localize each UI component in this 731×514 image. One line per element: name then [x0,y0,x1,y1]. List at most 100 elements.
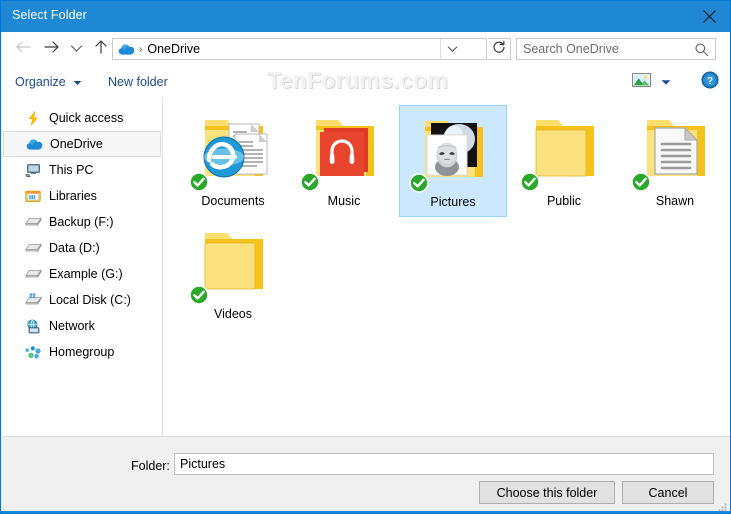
sidebar-item-label: Homegroup [49,345,115,359]
recent-locations-button[interactable] [66,32,86,66]
folder-empty-icon [187,223,279,305]
folder-name-input[interactable] [174,453,714,475]
quick-access-star-icon [24,110,42,126]
view-mode-button[interactable] [631,72,651,93]
list-item-label: Music [327,194,361,208]
search-input[interactable]: Search OneDrive [516,38,716,60]
arrow-left-icon [15,40,32,59]
homegroup-icon [24,344,42,360]
organize-button[interactable]: Organize [15,71,82,92]
onedrive-cloud-icon [118,43,135,56]
address-dropdown-button[interactable] [440,39,463,59]
chevron-down-icon [661,73,671,91]
sidebar-item-label: Libraries [49,189,97,203]
windows-drive-icon [24,292,42,308]
dialog-footer: Folder: Choose this folder Cancel [2,436,730,513]
network-icon [24,318,42,334]
breadcrumb-path: OneDrive [147,42,201,56]
picture-view-icon [631,72,651,93]
sidebar-item-libraries[interactable]: Libraries [2,183,162,209]
svg-text:?: ? [707,76,713,87]
list-item-label: Public [546,194,582,208]
close-button[interactable] [687,1,730,32]
sidebar-item-backup-f[interactable]: Backup (F:) [2,209,162,235]
help-button[interactable]: ? [700,71,720,94]
list-item[interactable]: Videos [179,218,287,330]
up-button[interactable] [88,32,114,66]
sidebar-item-local-disk-c[interactable]: Local Disk (C:) [2,287,162,313]
onedrive-cloud-icon [25,136,43,152]
address-bar[interactable]: › OneDrive [112,38,487,60]
list-item-label: Videos [214,307,252,321]
navigation-pane: Quick access OneDrive This PC Libraries … [2,97,163,436]
organize-label: Organize [15,74,66,89]
folder-music-icon [298,110,390,192]
sidebar-item-this-pc[interactable]: This PC [2,157,162,183]
sidebar-item-onedrive[interactable]: OneDrive [3,131,161,157]
file-list-pane: Documents Music Pictures Public Shawn Vi… [163,97,730,436]
sync-check-icon [300,172,320,192]
sidebar-item-label: This PC [49,163,94,177]
navigation-bar: › OneDrive Search OneDrive [2,32,730,66]
help-icon: ? [701,71,719,94]
list-item-label: Documents [201,194,265,208]
list-item-label: Pictures [430,195,476,209]
list-item[interactable]: Music [290,105,398,217]
sync-check-icon [189,285,209,305]
close-icon [702,9,717,24]
sync-check-icon [631,172,651,192]
sync-check-icon [409,173,429,193]
list-item[interactable]: Public [510,105,618,217]
folder-documents-icon [187,110,279,192]
new-folder-label: New folder [108,74,168,89]
search-icon [694,42,709,62]
back-button[interactable] [10,32,36,66]
search-placeholder: Search OneDrive [523,42,619,56]
sidebar-item-label: Quick access [49,111,124,125]
refresh-icon [492,40,506,59]
folder-document-icon [629,110,721,192]
sidebar-item-label: Data (D:) [49,241,100,255]
this-pc-icon [24,162,42,178]
sidebar-item-label: Backup (F:) [49,215,114,229]
cancel-button-label: Cancel [648,485,688,500]
folder-field-label: Folder: [131,459,170,473]
drive-icon [24,240,42,256]
view-mode-dropdown[interactable] [657,73,675,91]
list-item[interactable]: Shawn [621,105,729,217]
list-item[interactable]: Pictures [399,105,507,217]
chevron-down-icon [447,40,458,58]
sidebar-item-example-g[interactable]: Example (G:) [2,261,162,287]
choose-this-folder-button[interactable]: Choose this folder [479,481,615,504]
sync-check-icon [520,172,540,192]
drive-icon [24,266,42,282]
sidebar-item-data-d[interactable]: Data (D:) [2,235,162,261]
breadcrumb-separator: › [139,43,143,55]
sidebar-item-homegroup[interactable]: Homegroup [2,339,162,365]
sidebar-item-quick-access[interactable]: Quick access [2,105,162,131]
bottom-accent-line [1,511,730,513]
folder-empty-icon [518,110,610,192]
choose-button-label: Choose this folder [496,485,598,500]
window-title: Select Folder [12,8,87,22]
drive-icon [24,214,42,230]
new-folder-button[interactable]: New folder [108,71,168,92]
forward-button[interactable] [38,32,64,66]
select-folder-dialog: Select Folder › OneDrive Search OneDrive… [0,0,731,514]
cancel-button[interactable]: Cancel [622,481,714,504]
chevron-down-icon [70,40,83,58]
sidebar-item-network[interactable]: Network [2,313,162,339]
sidebar-item-label: Network [49,319,95,333]
sync-check-icon [189,172,209,192]
title-bar: Select Folder [1,1,730,32]
sidebar-item-label: Local Disk (C:) [49,293,131,307]
libraries-icon [24,188,42,204]
refresh-button[interactable] [488,38,511,60]
list-item-label: Shawn [655,194,695,208]
chevron-down-icon [73,75,82,89]
list-item[interactable]: Documents [179,105,287,217]
folder-pictures-icon [407,111,499,193]
command-toolbar: Organize New folder ? [2,66,730,98]
sidebar-item-label: OneDrive [50,137,103,151]
arrow-up-icon [94,39,108,60]
